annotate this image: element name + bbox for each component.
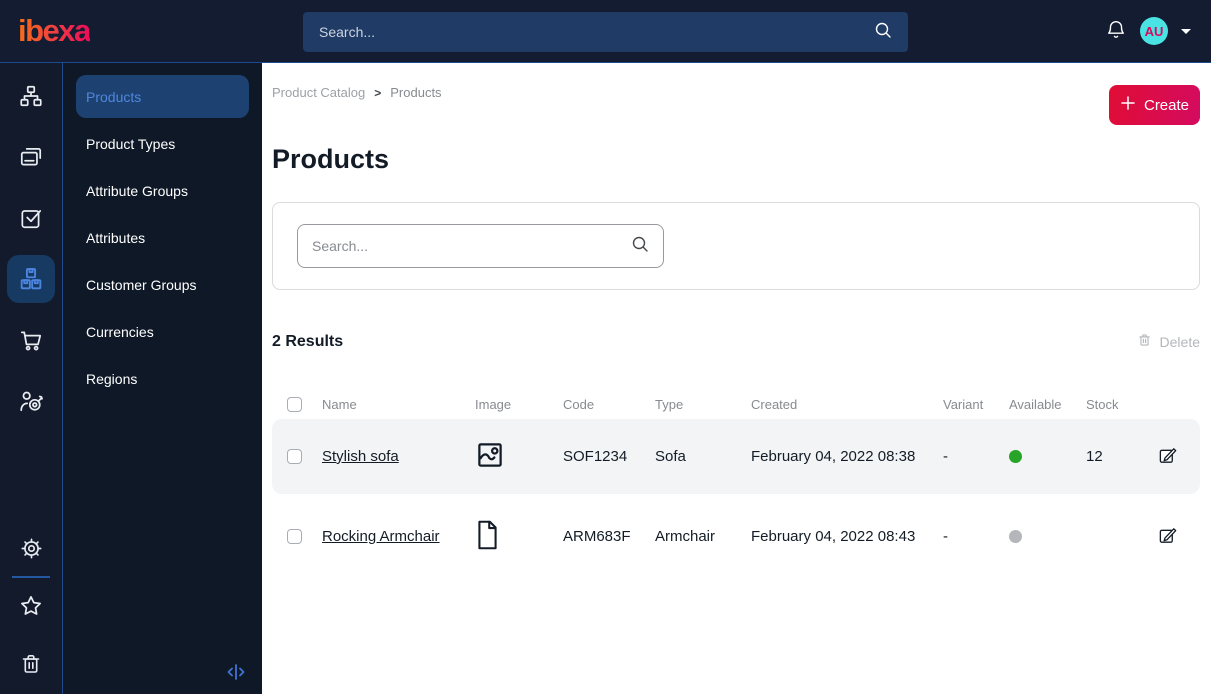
tasks-icon[interactable]	[7, 194, 55, 242]
product-search-input[interactable]	[312, 238, 623, 254]
file-icon	[475, 520, 563, 554]
sidebar-item-label: Regions	[86, 370, 138, 387]
edit-button[interactable]	[1158, 446, 1177, 468]
create-button[interactable]: Create	[1109, 85, 1200, 125]
pages-icon[interactable]	[7, 133, 55, 181]
cell-type: Armchair	[655, 528, 716, 545]
delete-button[interactable]: Delete	[1137, 332, 1200, 351]
collapse-panel-icon[interactable]	[226, 663, 246, 686]
caret-down-icon[interactable]	[1181, 28, 1191, 34]
trash-icon[interactable]	[13, 646, 49, 682]
sidebar-item-attributes[interactable]: Attributes	[76, 216, 249, 259]
sidebar-item-label: Attribute Groups	[86, 182, 188, 199]
sidebar-item-customer-groups[interactable]: Customer Groups	[76, 263, 249, 306]
sidebar-menu: Products Product Types Attribute Groups …	[63, 63, 262, 694]
cell-variant: -	[943, 528, 948, 545]
row-checkbox[interactable]	[287, 449, 302, 464]
availability-dot	[1009, 450, 1022, 463]
icon-rail	[0, 63, 63, 694]
breadcrumb-products[interactable]: Products	[390, 85, 441, 100]
col-variant: Variant	[943, 396, 984, 412]
filter-card	[272, 202, 1200, 290]
select-all-checkbox[interactable]	[287, 396, 302, 412]
sidebar-item-currencies[interactable]: Currencies	[76, 310, 249, 353]
sidebar-item-products[interactable]: Products	[76, 75, 249, 118]
sidebar-item-label: Customer Groups	[86, 276, 197, 293]
favorites-star-icon[interactable]	[13, 588, 49, 624]
cell-code: ARM683F	[563, 528, 631, 545]
topbar: ibexa AU	[0, 0, 1211, 63]
content-area: Product Catalog > Products Create Produc…	[262, 63, 1211, 694]
user-avatar[interactable]: AU	[1140, 17, 1168, 45]
row-checkbox[interactable]	[287, 529, 302, 544]
sidebar-item-label: Currencies	[86, 323, 154, 340]
rail-divider	[12, 576, 50, 578]
results-count: 2 Results	[272, 332, 344, 350]
col-available: Available	[1009, 396, 1062, 412]
plus-icon	[1120, 95, 1136, 115]
personalization-target-icon[interactable]	[7, 377, 55, 425]
breadcrumb: Product Catalog > Products	[272, 85, 1200, 100]
ibexa-logo[interactable]: ibexa	[18, 13, 91, 49]
cell-created: February 04, 2022 08:38	[751, 448, 916, 465]
table-row: Rocking Armchair ARM683F Armchair Februa…	[272, 499, 1200, 574]
global-search-input[interactable]	[319, 24, 874, 40]
cell-type: Sofa	[655, 448, 686, 465]
page-title: Products	[272, 144, 390, 174]
table-row: Stylish sofa SOF1234 Sofa February 04, 2…	[272, 419, 1200, 494]
breadcrumb-separator: >	[374, 85, 382, 100]
commerce-cart-icon[interactable]	[7, 316, 55, 364]
results-bar: 2 Results Delete	[272, 332, 1200, 351]
col-type: Type	[655, 396, 684, 412]
sidebar-item-label: Product Types	[86, 135, 176, 152]
search-icon[interactable]	[874, 21, 892, 44]
sidebar-item-product-types[interactable]: Product Types	[76, 122, 249, 165]
cell-variant: -	[943, 448, 948, 465]
sidebar-item-attribute-groups[interactable]: Attribute Groups	[76, 169, 249, 212]
col-image: Image	[475, 396, 512, 412]
sidebar-item-regions[interactable]: Regions	[76, 357, 249, 400]
photo-icon	[475, 440, 563, 474]
product-catalog-icon[interactable]	[7, 255, 55, 303]
sidebar-item-label: Attributes	[86, 229, 146, 246]
global-search[interactable]	[303, 12, 908, 52]
col-name: Name	[322, 396, 357, 412]
edit-button[interactable]	[1158, 526, 1177, 548]
sidebar-item-label: Products	[86, 88, 142, 105]
rail-bottom-group	[12, 530, 50, 694]
col-code: Code	[563, 396, 595, 412]
search-icon[interactable]	[631, 235, 649, 258]
notifications-bell-icon[interactable]	[1105, 18, 1127, 45]
topbar-actions: AU	[1105, 17, 1191, 45]
trash-icon	[1137, 332, 1152, 351]
product-search-box[interactable]	[297, 224, 664, 268]
breadcrumb-product-catalog[interactable]: Product Catalog	[272, 85, 365, 100]
col-created: Created	[751, 396, 798, 412]
col-stock: Stock	[1086, 396, 1119, 412]
product-name-link[interactable]: Stylish sofa	[322, 448, 475, 465]
app-window: ibexa AU	[0, 0, 1211, 695]
content-tree-icon[interactable]	[7, 72, 55, 120]
availability-dot	[1009, 530, 1022, 543]
delete-button-label: Delete	[1159, 333, 1200, 350]
cell-created: February 04, 2022 08:43	[751, 528, 916, 545]
cell-code: SOF1234	[563, 448, 628, 465]
cell-stock: 12	[1086, 448, 1103, 465]
products-table: Name Image Code Type Created Variant Ava…	[272, 389, 1200, 574]
create-button-label: Create	[1143, 96, 1190, 114]
product-name-link[interactable]: Rocking Armchair	[322, 528, 475, 545]
settings-gear-icon[interactable]	[13, 530, 49, 566]
table-header: Name Image Code Type Created Variant Ava…	[272, 389, 1200, 419]
